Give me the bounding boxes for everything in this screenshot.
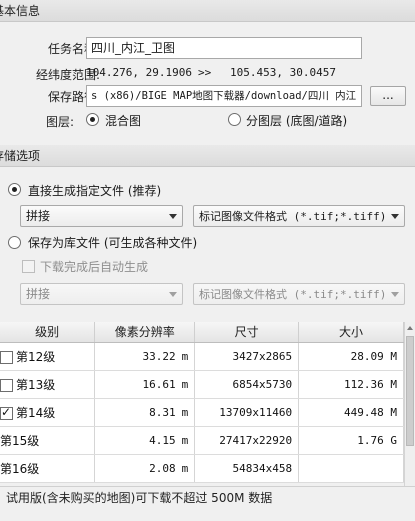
chevron-down-icon — [391, 292, 399, 297]
level-checkbox[interactable] — [0, 350, 13, 364]
col-header-level[interactable]: 级别 — [0, 322, 96, 343]
dimensions-value: 6854x5730 — [194, 370, 300, 399]
resolution-unit: m — [181, 405, 189, 419]
resolution-unit: m — [181, 349, 189, 363]
resolution-unit: m — [181, 433, 189, 447]
trial-notice-text: 试用版(含未购买的地图)可下载不超过 500M 数据 — [6, 491, 273, 505]
col-header-dimensions[interactable]: 尺寸 — [194, 322, 300, 343]
chevron-down-icon — [169, 214, 177, 219]
save-library-label: 保存为库文件 (可生成各种文件) — [28, 236, 198, 250]
scroll-thumb[interactable] — [406, 336, 414, 446]
library-mode-value: 拼接 — [26, 287, 51, 301]
level-checkbox[interactable] — [0, 378, 13, 392]
col-header-resolution[interactable]: 像素分辨率 — [94, 322, 196, 343]
filesize-value: 449.48 M — [298, 398, 404, 427]
resolution-value: 4.15 — [149, 433, 176, 447]
direct-format-value: 标记图像文件格式 (*.tif;*.tiff) — [199, 210, 387, 223]
filesize-value: 28.09 M — [298, 342, 404, 371]
direct-mode-select[interactable]: 拼接 — [20, 205, 183, 227]
table-row[interactable]: 第16级 2.08 m 54834x458 — [0, 454, 404, 483]
dimensions-value: 54834x458 — [194, 454, 300, 483]
trial-notice-bar: 试用版(含未购买的地图)可下载不超过 500M 数据 — [0, 486, 415, 521]
level-checkbox[interactable] — [0, 405, 13, 420]
chevron-down-icon — [391, 214, 399, 219]
table-row[interactable]: 第15级 4.15 m 27417x22920 1.76 G — [0, 426, 404, 455]
level-label: 第14级 — [16, 405, 56, 420]
library-mode-select[interactable]: 拼接 — [20, 283, 183, 305]
layer-mixed-label: 混合图 — [105, 114, 142, 128]
save-library-radio[interactable] — [8, 236, 21, 249]
layer-label: 图层: — [45, 115, 74, 129]
coord-from-value: 104.276, 29.1906 — [86, 66, 192, 79]
col-header-filesize[interactable]: 大小 — [298, 322, 404, 343]
resolution-value: 33.22 — [142, 349, 176, 363]
level-label: 第13级 — [16, 377, 56, 392]
direct-mode-value: 拼接 — [26, 209, 51, 223]
browse-button[interactable]: ... — [370, 86, 406, 106]
auto-generate-label: 下载完成后自动生成 — [40, 260, 149, 274]
library-format-select[interactable]: 标记图像文件格式 (*.tif;*.tiff) — [193, 283, 405, 305]
coord-arrow-icon: >> — [198, 66, 212, 79]
level-label: 第15级 — [0, 433, 40, 448]
table-header-row: 级别 像素分辨率 尺寸 大小 — [0, 322, 404, 343]
level-label: 第12级 — [16, 349, 56, 364]
section-title-basic: 基本信息 — [0, 4, 41, 18]
resolution-unit: m — [181, 461, 189, 475]
table-row[interactable]: 第12级 33.22 m 3427x2865 28.09 M — [0, 342, 404, 371]
section-header-basic: 基本信息 — [0, 0, 415, 22]
section-title-storage: 存储选项 — [0, 149, 41, 163]
coord-range-label: 经纬度范围: — [35, 68, 100, 82]
table-row[interactable]: 第13级 16.61 m 6854x5730 112.36 M — [0, 370, 404, 399]
dimensions-value: 27417x22920 — [194, 426, 300, 455]
layer-split-label: 分图层 (底图/道路) — [246, 114, 348, 128]
scroll-up-icon[interactable] — [407, 326, 413, 330]
resolution-value: 8.31 — [149, 405, 176, 419]
layer-split-radio[interactable] — [228, 113, 241, 126]
filesize-value: 1.76 G — [298, 426, 404, 455]
table-scrollbar[interactable] — [404, 322, 415, 500]
filesize-value — [298, 454, 404, 483]
save-path-input[interactable]: s (x86)/BIGE MAP地图下载器/download/四川 内江 — [86, 85, 362, 107]
library-format-value: 标记图像文件格式 (*.tif;*.tiff) — [199, 288, 387, 301]
direct-format-select[interactable]: 标记图像文件格式 (*.tif;*.tiff) — [193, 205, 405, 227]
section-header-storage: 存储选项 — [0, 145, 415, 167]
resolution-value: 2.08 — [149, 461, 176, 475]
filesize-value: 112.36 M — [298, 370, 404, 399]
dimensions-value: 13709x11460 — [194, 398, 300, 427]
level-table: 级别 像素分辨率 尺寸 大小 第12级 33.22 m 3427x2865 28.… — [0, 322, 404, 483]
resolution-unit: m — [181, 377, 189, 391]
chevron-down-icon — [169, 292, 177, 297]
level-label: 第16级 — [0, 461, 40, 476]
auto-generate-checkbox[interactable] — [22, 260, 35, 273]
layer-mixed-radio[interactable] — [86, 113, 99, 126]
task-name-input[interactable]: 四川_内江_卫图 — [86, 37, 362, 59]
dimensions-value: 3427x2865 — [194, 342, 300, 371]
resolution-value: 16.61 — [142, 377, 176, 391]
direct-generate-label: 直接生成指定文件 (推荐) — [28, 184, 162, 198]
direct-generate-radio[interactable] — [8, 183, 21, 196]
table-row[interactable]: 第14级 8.31 m 13709x11460 449.48 M — [0, 398, 404, 427]
coord-to-value: 105.453, 30.0457 — [230, 66, 336, 79]
